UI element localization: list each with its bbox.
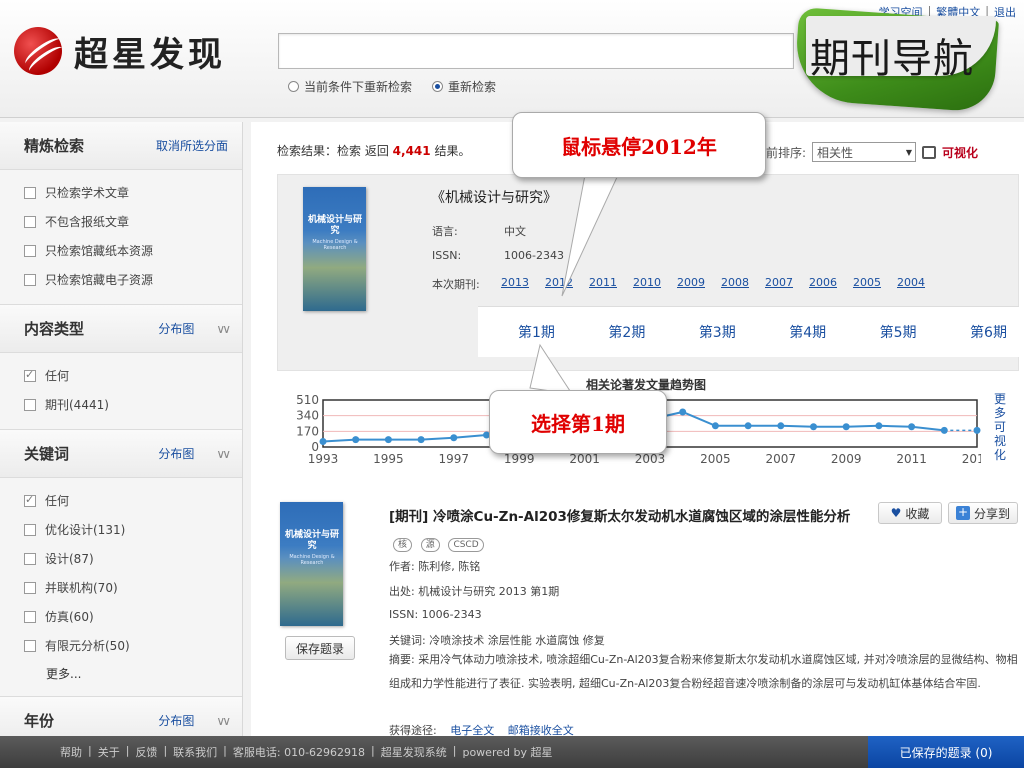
callout-pointers: [529, 174, 619, 395]
callout-select-issue-1: 选择第1期: [489, 390, 667, 454]
callout-hover-2012: 鼠标悬停2012年: [512, 112, 766, 178]
callout-pointer-select: [529, 343, 574, 395]
callout-pointer-hover: [561, 174, 619, 297]
